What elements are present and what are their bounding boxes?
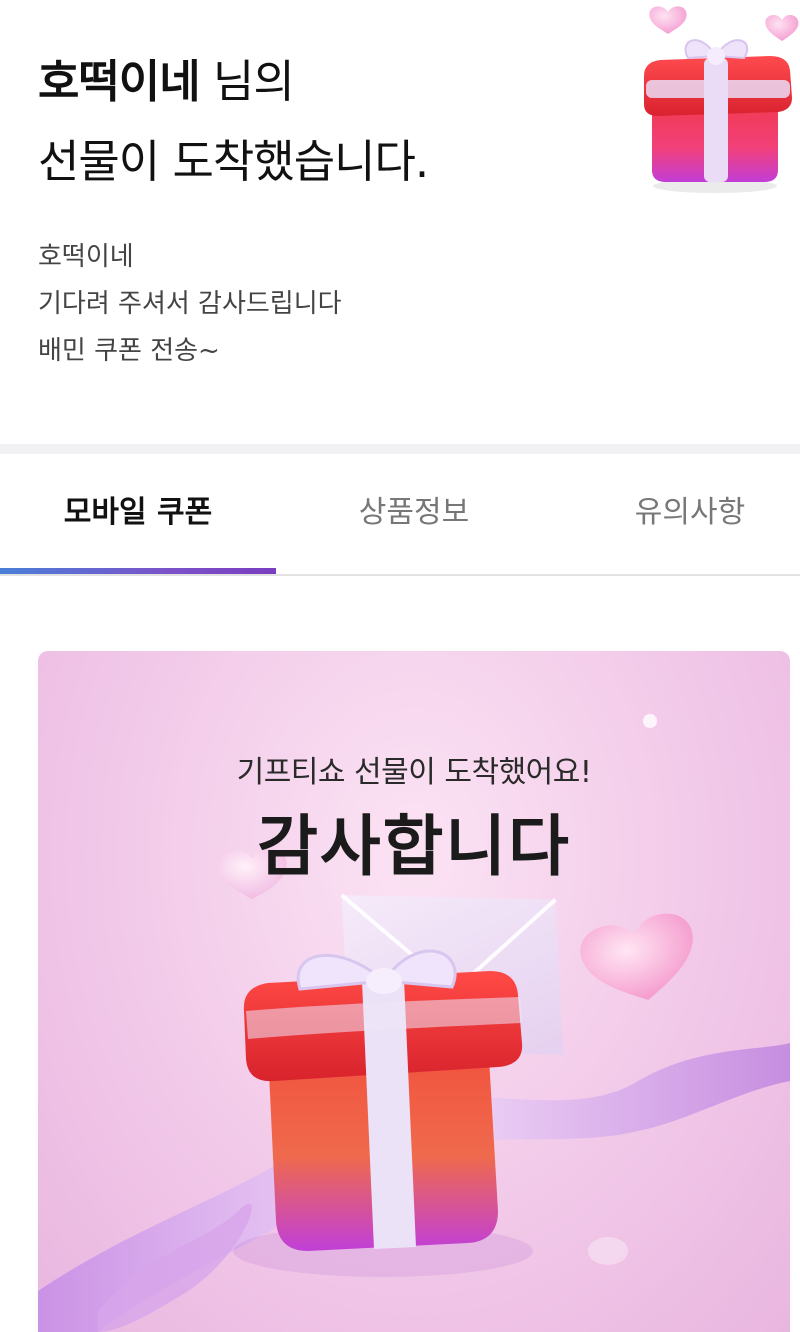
tab-bar: 모바일 쿠폰 상품정보 유의사항: [0, 454, 800, 576]
card-subtitle: 기프티쇼 선물이 도착했어요!: [236, 755, 592, 790]
message-line: 기다려 주셔서 감사드립니다: [38, 289, 342, 319]
tab-product-info[interactable]: 상품정보: [276, 488, 552, 538]
page-title: 호떡이네 님의: [38, 52, 295, 112]
card-title: 감사합니다: [257, 808, 571, 885]
tab-mobile-coupon[interactable]: 모바일 쿠폰: [0, 488, 276, 538]
active-tab-indicator: [0, 568, 276, 574]
gift-header: 호떡이네 님의 선물이 도착했습니다. 호떡이네 기다려 주셔서 감사드립니다 …: [0, 0, 800, 444]
gift-message-page: 호떡이네 님의 선물이 도착했습니다. 호떡이네 기다려 주셔서 감사드립니다 …: [0, 0, 800, 1332]
tab-notice[interactable]: 유의사항: [552, 488, 800, 538]
message-line: 배민 쿠폰 전송~: [38, 336, 220, 366]
title-suffix: 님의: [199, 55, 295, 108]
page-title-line2: 선물이 도착했습니다.: [38, 135, 429, 188]
gift-message: 호떡이네 기다려 주셔서 감사드립니다 배민 쿠폰 전송~: [38, 234, 342, 375]
message-line: 호떡이네: [38, 242, 134, 272]
sender-name: 호떡이네: [38, 55, 201, 108]
gift-box-icon: [644, 6, 799, 193]
section-divider: [0, 444, 800, 454]
coupon-card: 기프티쇼 선물이 도착했어요! 감사합니다: [38, 651, 790, 1332]
